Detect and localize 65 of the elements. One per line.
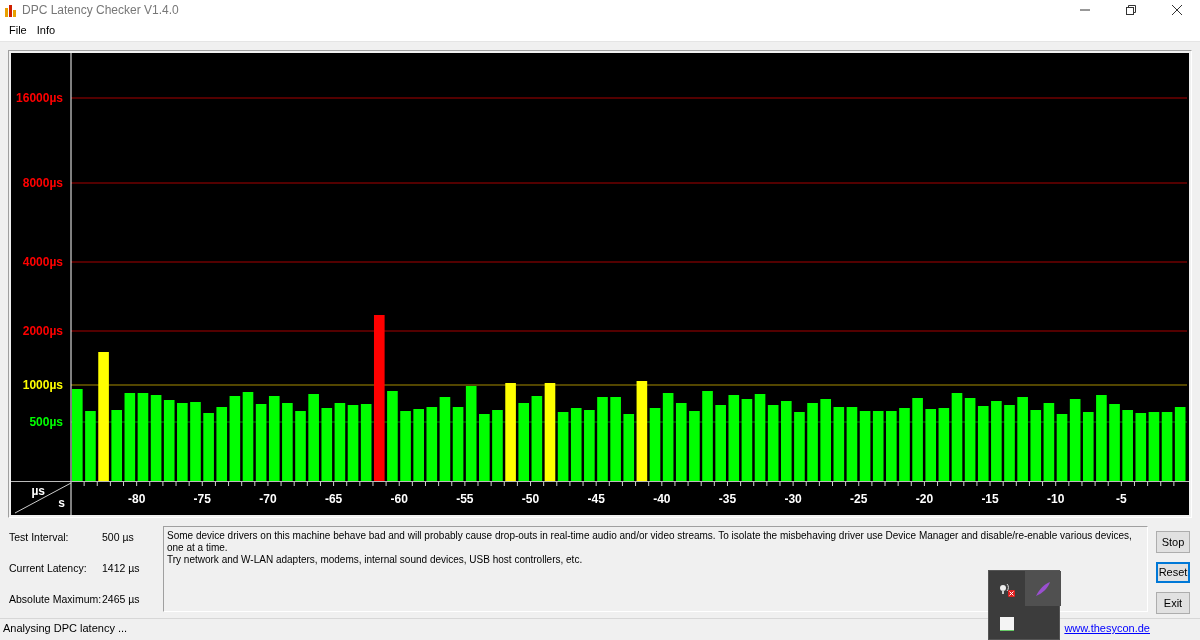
x-axis-label: -60	[390, 492, 408, 506]
x-axis-label: -5	[1116, 492, 1127, 506]
stat-value: 2465 µs	[102, 592, 141, 606]
latency-bar	[413, 409, 424, 481]
stat-label: Absolute Maximum:	[9, 592, 102, 606]
latency-bar	[1122, 410, 1133, 481]
latency-bar	[689, 411, 700, 481]
x-axis-label: -50	[521, 492, 540, 506]
x-axis-label: -20	[915, 492, 934, 506]
x-axis-label: -25	[850, 492, 868, 506]
latency-bar	[203, 413, 214, 481]
action-button[interactable]: Reset	[1156, 561, 1190, 584]
x-axis-label: -30	[784, 492, 802, 506]
latency-bar	[111, 410, 122, 481]
x-axis-label: -45	[587, 492, 605, 506]
latency-bar	[584, 410, 595, 481]
x-axis-label: -70	[259, 492, 277, 506]
action-button[interactable]: Exit	[1156, 592, 1190, 614]
x-axis-label: -65	[324, 492, 343, 506]
x-axis-label: -80	[128, 492, 146, 506]
stat-label: Test Interval:	[9, 530, 70, 544]
y-axis-label: 500µs	[29, 415, 63, 429]
status-text: Analysing DPC latency ...	[3, 621, 128, 637]
y-unit-label: µs	[31, 484, 45, 498]
latency-bar	[1161, 412, 1173, 481]
action-button[interactable]: Stop	[1156, 531, 1190, 553]
latency-bar	[492, 410, 503, 481]
app-icon	[4, 3, 18, 17]
latency-bar	[1082, 412, 1094, 481]
y-axis-label: 2000µs	[22, 324, 63, 338]
latency-bar	[557, 412, 569, 481]
stat-label: Current Latency:	[9, 561, 88, 575]
latency-bar	[400, 411, 411, 481]
menu-item[interactable]: Info	[31, 22, 61, 39]
latency-bar	[859, 411, 871, 481]
y-axis-label: 8000µs	[22, 176, 63, 190]
menu-item[interactable]: File	[4, 22, 32, 39]
stat-value: 1412 µs	[102, 561, 141, 575]
window-title: DPC Latency Checker V1.4.0	[22, 2, 179, 19]
latency-bar	[872, 411, 884, 481]
latency-bar	[1135, 413, 1147, 481]
x-axis-label: -15	[981, 492, 999, 506]
window-icon[interactable]	[1000, 616, 1014, 631]
x-axis-label: -55	[456, 492, 474, 506]
latency-bar	[479, 414, 490, 481]
latency-bar	[925, 409, 937, 481]
x-unit-label: s	[58, 496, 65, 510]
x-axis-label: -10	[1047, 492, 1065, 506]
latency-bar	[1056, 414, 1068, 481]
latency-bar	[1030, 410, 1042, 481]
y-axis-label: 4000µs	[22, 255, 63, 269]
website-link[interactable]: www.thesycon.de	[1064, 620, 1150, 637]
latency-bar	[1148, 412, 1160, 481]
latency-bar	[886, 411, 897, 481]
latency-bar	[794, 412, 805, 481]
x-axis-label: -40	[653, 492, 671, 506]
latency-bar	[85, 411, 96, 481]
latency-bar	[295, 411, 306, 481]
x-axis-label: -75	[193, 492, 211, 506]
y-axis-label: 1000µs	[22, 378, 63, 392]
x-axis-label: -35	[718, 492, 737, 506]
message-box: Some device drivers on this machine behave bad and will probably cause drop-outs in real-time audio and/or video streams. To isolate the misbehaving driver use Device Manager and disable/re-enable various devices, one at a time. Try network and W-LAN adapters, modems, internal sound devices, USB host controllers, etc.	[163, 526, 1148, 612]
corner-diagonal	[14, 482, 72, 514]
stat-value: 500 µs	[102, 530, 135, 544]
y-axis-label: 16000µs	[16, 91, 63, 105]
